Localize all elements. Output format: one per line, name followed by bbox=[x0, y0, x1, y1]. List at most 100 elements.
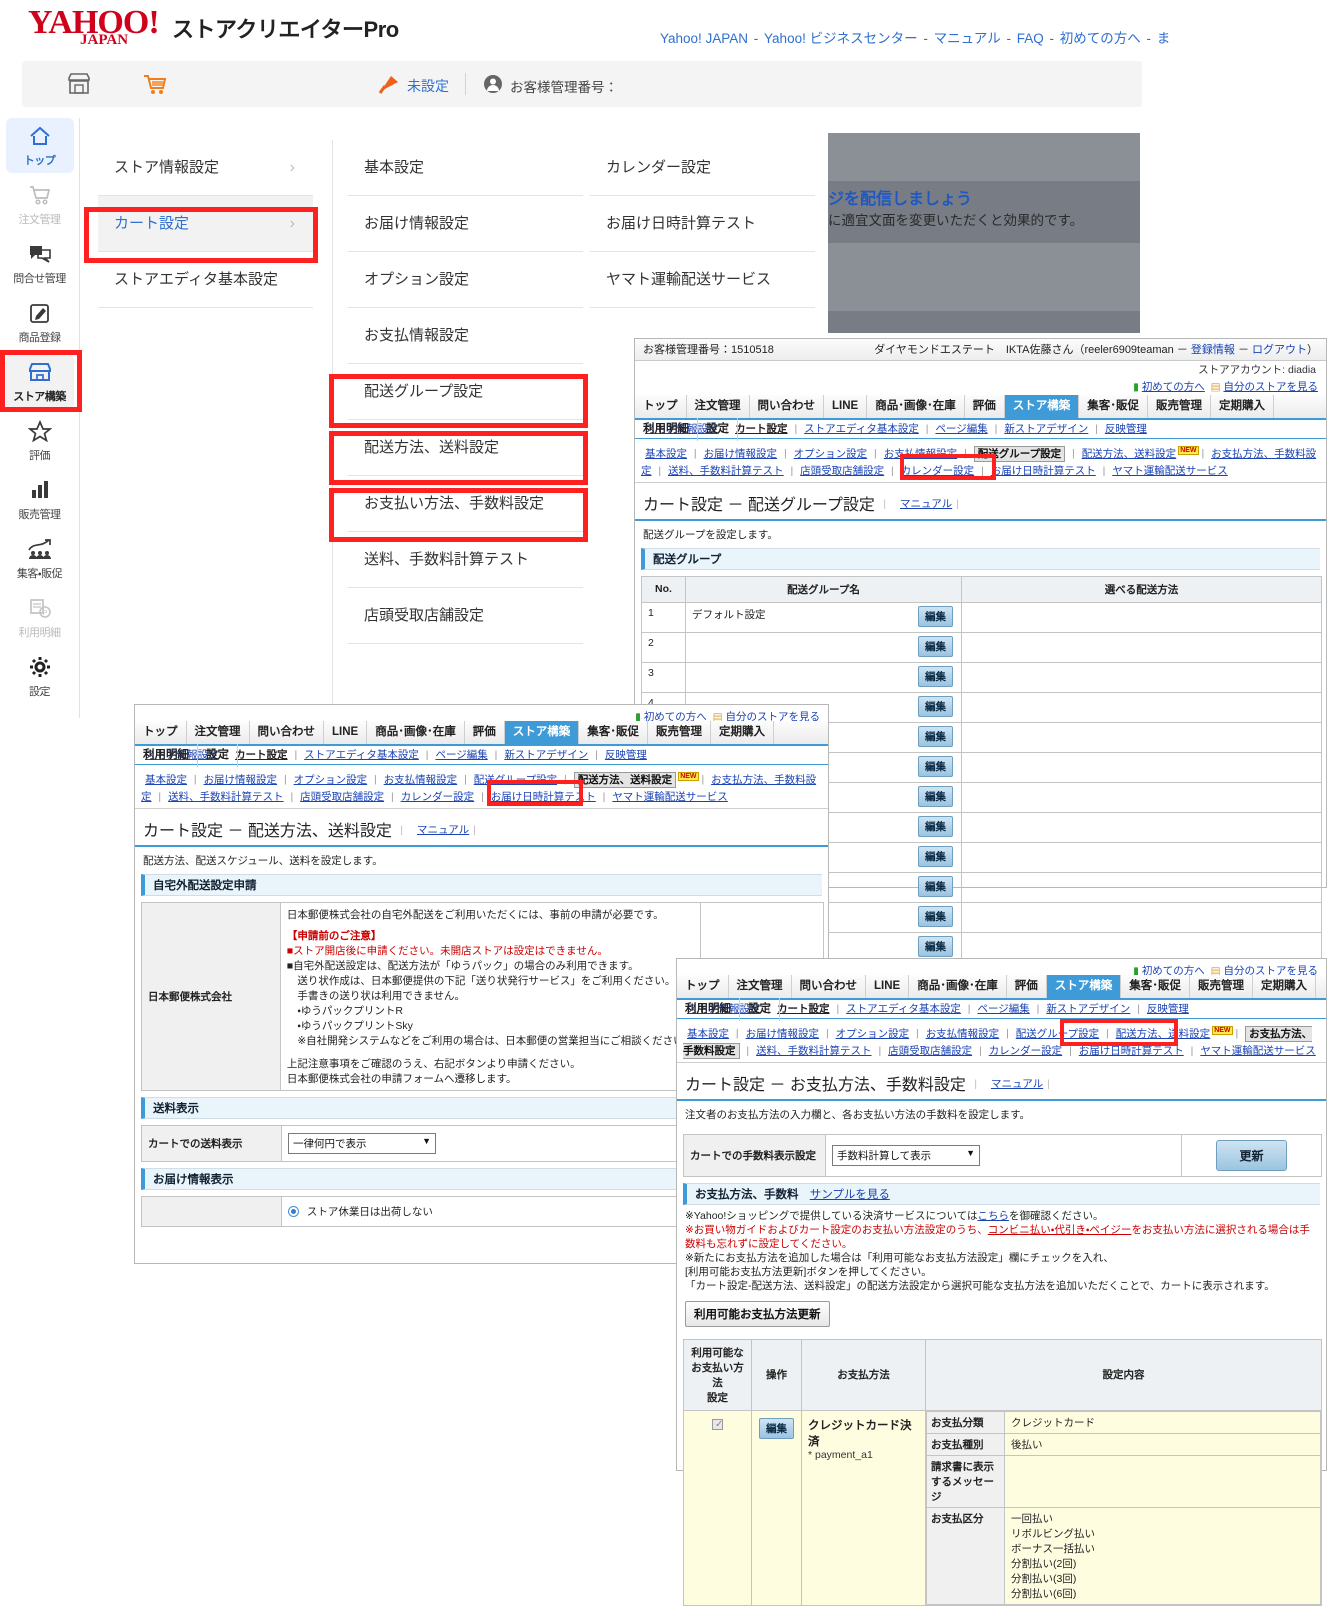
panel3-tab-6[interactable]: ストア構築 bbox=[1046, 975, 1122, 998]
payment-note-link[interactable]: こちら bbox=[977, 1210, 1009, 1222]
panel3-subnav1-1[interactable]: カート設定 bbox=[777, 1003, 830, 1015]
sidebar-item-2[interactable]: 問合せ管理 bbox=[6, 236, 74, 291]
menu-item-col2-4[interactable]: 配送グループ設定 bbox=[348, 364, 583, 420]
panel1-manual-link[interactable]: マニュアル bbox=[900, 498, 952, 510]
panel1-beginner-link[interactable]: 初めての方へ bbox=[1142, 381, 1205, 393]
panel1-subnav1-2[interactable]: ストアエディタ基本設定 bbox=[804, 423, 919, 435]
panel3-subnav2-7[interactable]: 送料、手数料計算テスト bbox=[756, 1045, 872, 1057]
panel1-view-store-link[interactable]: 自分のストアを見る bbox=[1224, 381, 1319, 393]
update-button[interactable]: 更新 bbox=[1216, 1139, 1287, 1171]
panel1-tab-8[interactable]: 販売管理 bbox=[1148, 395, 1211, 418]
fee-display-select[interactable]: 一律何円で表示 ▼ bbox=[288, 1132, 436, 1154]
menu-item-col2-0[interactable]: 基本設定 bbox=[348, 140, 583, 196]
panel1-tab-4[interactable]: 商品･画像･在庫 bbox=[867, 395, 965, 418]
shipping-group-edit-button[interactable]: 編集 bbox=[918, 635, 953, 657]
panel1-logout-link[interactable]: ログアウト bbox=[1252, 344, 1307, 356]
cart-icon[interactable] bbox=[142, 72, 168, 96]
panel3-tab-10[interactable]: 利用明細 bbox=[677, 998, 740, 1021]
panel1-subnav2-2[interactable]: オプション設定 bbox=[794, 448, 868, 460]
global-link-4[interactable]: 初めての方へ bbox=[1060, 31, 1141, 46]
panel3-tab-7[interactable]: 集客･販促 bbox=[1121, 975, 1190, 998]
panel2-subnav2-10[interactable]: お届け日時計算テスト bbox=[491, 791, 596, 803]
panel3-subnav2-2[interactable]: オプション設定 bbox=[836, 1028, 910, 1040]
panel3-subnav2-9[interactable]: カレンダー設定 bbox=[989, 1045, 1063, 1057]
panel1-subnav1-1[interactable]: カート設定 bbox=[735, 423, 788, 435]
panel2-subnav1-1[interactable]: カート設定 bbox=[235, 749, 288, 761]
sidebar-item-5[interactable]: 評価 bbox=[6, 413, 74, 468]
panel1-subnav2-1[interactable]: お届け情報設定 bbox=[704, 448, 778, 460]
panel1-tab-1[interactable]: 注文管理 bbox=[687, 395, 750, 418]
sidebar-item-3[interactable]: 商品登録 bbox=[6, 295, 74, 350]
panel1-subnav1-4[interactable]: 新ストアデザイン bbox=[1004, 423, 1088, 435]
menu-item-col2-6[interactable]: お支払い方法、手数料設定 bbox=[348, 476, 583, 532]
panel2-subnav2-4[interactable]: 配送グループ設定 bbox=[474, 774, 557, 786]
panel3-subnav2-3[interactable]: お支払情報設定 bbox=[926, 1028, 1000, 1040]
global-link-0[interactable]: Yahoo! JAPAN bbox=[660, 31, 748, 46]
panel2-subnav1-4[interactable]: 新ストアデザイン bbox=[504, 749, 588, 761]
panel2-tab-10[interactable]: 利用明細 bbox=[135, 744, 198, 767]
menu-item-col2-1[interactable]: お届け情報設定 bbox=[348, 196, 583, 252]
panel3-subnav2-1[interactable]: お届け情報設定 bbox=[746, 1028, 820, 1040]
sidebar-item-4[interactable]: ストア構築 bbox=[5, 354, 74, 409]
shipping-group-edit-button[interactable]: 編集 bbox=[918, 875, 953, 897]
panel3-tab-2[interactable]: 問い合わせ bbox=[792, 975, 866, 998]
sidebar-item-0[interactable]: トップ bbox=[5, 118, 74, 173]
panel1-tab-3[interactable]: LINE bbox=[824, 395, 868, 418]
panel3-subnav2-4[interactable]: 配送グループ設定 bbox=[1016, 1028, 1099, 1040]
panel2-tab-5[interactable]: 評価 bbox=[465, 721, 505, 744]
menu-item-col3-0[interactable]: カレンダー設定 bbox=[590, 140, 815, 196]
panel1-tab-0[interactable]: トップ bbox=[635, 395, 687, 418]
panel2-subnav2-0[interactable]: 基本設定 bbox=[145, 774, 187, 786]
shipping-group-edit-button[interactable]: 編集 bbox=[918, 605, 953, 627]
yahoo-japan-logo[interactable]: YAHOO! JAPAN bbox=[28, 6, 168, 49]
panel2-subnav2-3[interactable]: お支払情報設定 bbox=[384, 774, 458, 786]
panel2-subnav2-7[interactable]: 送料、手数料計算テスト bbox=[168, 791, 284, 803]
panel3-tab-3[interactable]: LINE bbox=[866, 975, 910, 998]
panel2-subnav1-3[interactable]: ページ編集 bbox=[435, 749, 487, 761]
panel1-subnav1-5[interactable]: 反映管理 bbox=[1105, 423, 1147, 435]
panel1-subnav2-5[interactable]: 配送方法、送料設定 bbox=[1082, 448, 1177, 460]
payment-note-link[interactable]: コンビニ払い・代引き・ペイジー bbox=[988, 1224, 1132, 1236]
panel3-subnav2-11[interactable]: ヤマト運輸配送サービス bbox=[1200, 1045, 1316, 1057]
sidebar-item-9[interactable]: 設定 bbox=[6, 649, 74, 704]
panel2-subnav2-2[interactable]: オプション設定 bbox=[294, 774, 368, 786]
panel2-tab-4[interactable]: 商品･画像･在庫 bbox=[367, 721, 465, 744]
menu-item-col2-7[interactable]: 送料、手数料計算テスト bbox=[348, 532, 583, 588]
panel1-tab-2[interactable]: 問い合わせ bbox=[750, 395, 824, 418]
panel2-subnav2-8[interactable]: 店頭受取店舗設定 bbox=[300, 791, 384, 803]
panel2-subnav2-9[interactable]: カレンダー設定 bbox=[401, 791, 475, 803]
panel3-subnav2-8[interactable]: 店頭受取店舗設定 bbox=[888, 1045, 972, 1057]
panel2-tab-2[interactable]: 問い合わせ bbox=[250, 721, 324, 744]
panel1-tab-7[interactable]: 集客･販促 bbox=[1079, 395, 1148, 418]
shipping-group-edit-button[interactable]: 編集 bbox=[918, 905, 953, 927]
shipping-group-edit-button[interactable]: 編集 bbox=[918, 815, 953, 837]
panel3-manual-link[interactable]: マニュアル bbox=[991, 1078, 1043, 1090]
panel3-tab-11[interactable]: 設定 bbox=[740, 998, 780, 1021]
panel1-tab-6[interactable]: ストア構築 bbox=[1004, 395, 1080, 418]
shipping-group-edit-button[interactable]: 編集 bbox=[918, 845, 953, 867]
menu-item-col3-1[interactable]: お届け日時計算テスト bbox=[590, 196, 815, 252]
shipping-group-edit-button[interactable]: 編集 bbox=[918, 665, 953, 687]
panel3-subnav1-3[interactable]: ページ編集 bbox=[977, 1003, 1029, 1015]
panel3-subnav2-5[interactable]: 配送方法、送料設定 bbox=[1116, 1028, 1211, 1040]
panel3-tab-5[interactable]: 評価 bbox=[1007, 975, 1047, 998]
payment-enabled-checkbox[interactable]: ✓ bbox=[712, 1418, 723, 1430]
panel1-subnav2-10[interactable]: お届け日時計算テスト bbox=[991, 465, 1096, 477]
shipping-group-edit-button[interactable]: 編集 bbox=[918, 935, 953, 957]
panel3-tab-9[interactable]: 定期購入 bbox=[1253, 975, 1316, 998]
panel2-tab-1[interactable]: 注文管理 bbox=[187, 721, 250, 744]
global-link-1[interactable]: Yahoo! ビジネスセンター bbox=[764, 31, 918, 46]
panel2-tab-3[interactable]: LINE bbox=[324, 721, 368, 744]
panel3-tab-8[interactable]: 販売管理 bbox=[1190, 975, 1253, 998]
menu-item-col3-2[interactable]: ヤマト運輸配送サービス bbox=[590, 252, 815, 308]
panel3-subnav1-2[interactable]: ストアエディタ基本設定 bbox=[846, 1003, 961, 1015]
panel2-subnav1-2[interactable]: ストアエディタ基本設定 bbox=[304, 749, 419, 761]
menu-item-col1-2[interactable]: ストアエディタ基本設定 bbox=[98, 252, 313, 308]
panel1-subnav2-0[interactable]: 基本設定 bbox=[645, 448, 687, 460]
store-icon[interactable] bbox=[66, 72, 92, 96]
panel1-register-link[interactable]: 登録情報 bbox=[1191, 344, 1235, 356]
shipping-group-edit-button[interactable]: 編集 bbox=[918, 755, 953, 777]
panel1-tab-10[interactable]: 利用明細 bbox=[635, 418, 698, 441]
global-link-2[interactable]: マニュアル bbox=[934, 31, 1001, 46]
unset-status-link[interactable]: 未設定 bbox=[407, 76, 449, 96]
